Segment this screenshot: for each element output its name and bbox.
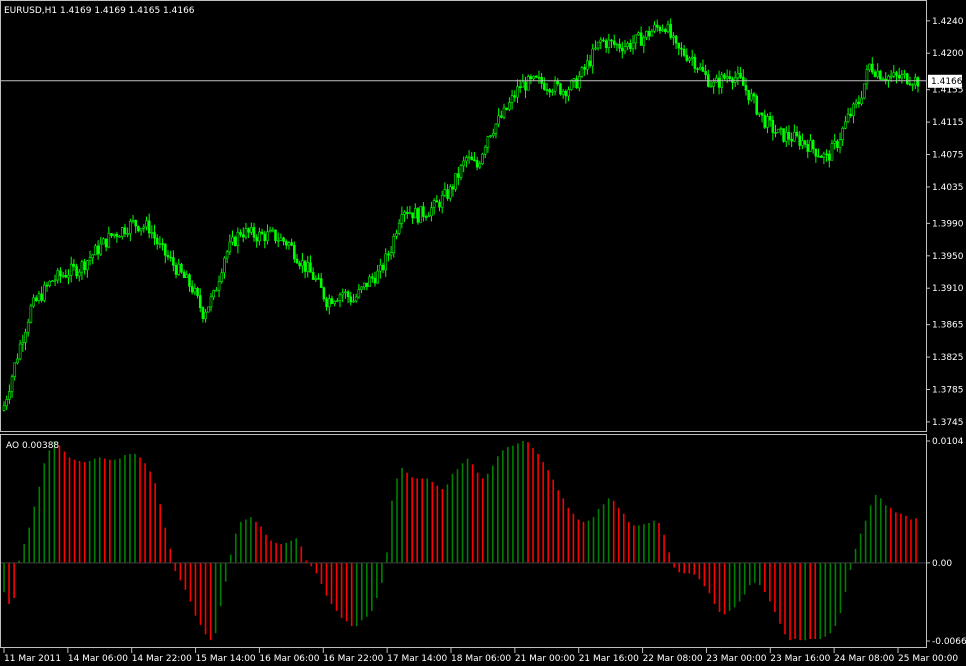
time-tick-label: 15 Mar 14:00 <box>196 654 256 664</box>
ao-axis: 0.0104 0.00 -0.00667 <box>926 437 966 647</box>
price-tick-label: 1.4200 <box>932 49 964 59</box>
candle <box>419 206 422 223</box>
main-chart-frame[interactable] <box>0 0 927 432</box>
price-tick-label: 1.3825 <box>932 353 964 363</box>
current-price-badge: 1.4166 <box>928 74 963 88</box>
terminal-chart-area[interactable]: 1.42401.42001.41551.41151.40751.40351.39… <box>0 0 966 666</box>
candle <box>29 303 33 324</box>
price-tick-label: 1.3785 <box>932 385 964 395</box>
candle <box>905 72 909 86</box>
price-tick-label: 1.4075 <box>932 151 964 161</box>
candle <box>481 152 484 165</box>
main-chart-header: EURUSD,H1 1.4169 1.4169 1.4165 1.4166 <box>4 6 195 16</box>
price-tick-label: 1.4035 <box>932 183 964 193</box>
candle <box>559 82 562 96</box>
candle <box>416 207 420 225</box>
candle <box>776 128 780 133</box>
candle <box>526 74 530 91</box>
candle <box>207 306 210 313</box>
time-tick-label: 23 Mar 00:00 <box>706 654 766 664</box>
candle <box>879 69 882 81</box>
indicator-header: AO 0.00388 <box>6 441 59 451</box>
price-tick-label: 1.3745 <box>932 418 964 428</box>
time-tick-label: 16 Mar 06:00 <box>259 654 319 664</box>
ao-tick-label: -0.00667 <box>932 637 966 647</box>
candle <box>755 94 759 116</box>
time-tick-label: 21 Mar 16:00 <box>579 654 639 664</box>
time-tick-label: 14 Mar 06:00 <box>68 654 128 664</box>
time-tick-label: 14 Mar 22:00 <box>132 654 192 664</box>
time-tick-label: 23 Mar 16:00 <box>770 654 830 664</box>
price-tick-label: 1.3950 <box>932 252 964 262</box>
candle <box>454 173 457 192</box>
time-axis: 11 Mar 2011 14 Mar 06:00 14 Mar 22:00 15 Ma… <box>3 648 958 664</box>
price-tick-label: 1.4240 <box>932 17 964 27</box>
time-tick-label: 24 Mar 08:00 <box>834 654 894 664</box>
ao-tick-label: 0.0104 <box>932 437 964 447</box>
ao-tick-label: 0.00 <box>932 559 952 569</box>
time-tick-label: 25 Mar 00:00 <box>898 654 958 664</box>
current-price-label: 1.4166 <box>931 77 963 87</box>
time-tick-label: 16 Mar 22:00 <box>323 654 383 664</box>
candle <box>580 65 584 78</box>
time-tick-label: 18 Mar 06:00 <box>451 654 511 664</box>
candle <box>862 83 866 100</box>
price-tick-label: 1.4115 <box>932 118 964 128</box>
candle <box>233 235 237 247</box>
candle <box>180 262 183 274</box>
price-tick-label: 1.3865 <box>932 321 964 331</box>
price-tick-label: 1.3990 <box>932 219 964 229</box>
time-tick-label: 21 Mar 00:00 <box>515 654 575 664</box>
time-tick-label: 11 Mar 2011 <box>4 654 61 664</box>
time-tick-label: 17 Mar 14:00 <box>387 654 447 664</box>
price-tick-label: 1.3910 <box>932 284 964 294</box>
time-tick-label: 22 Mar 08:00 <box>643 654 703 664</box>
candle <box>782 128 785 143</box>
